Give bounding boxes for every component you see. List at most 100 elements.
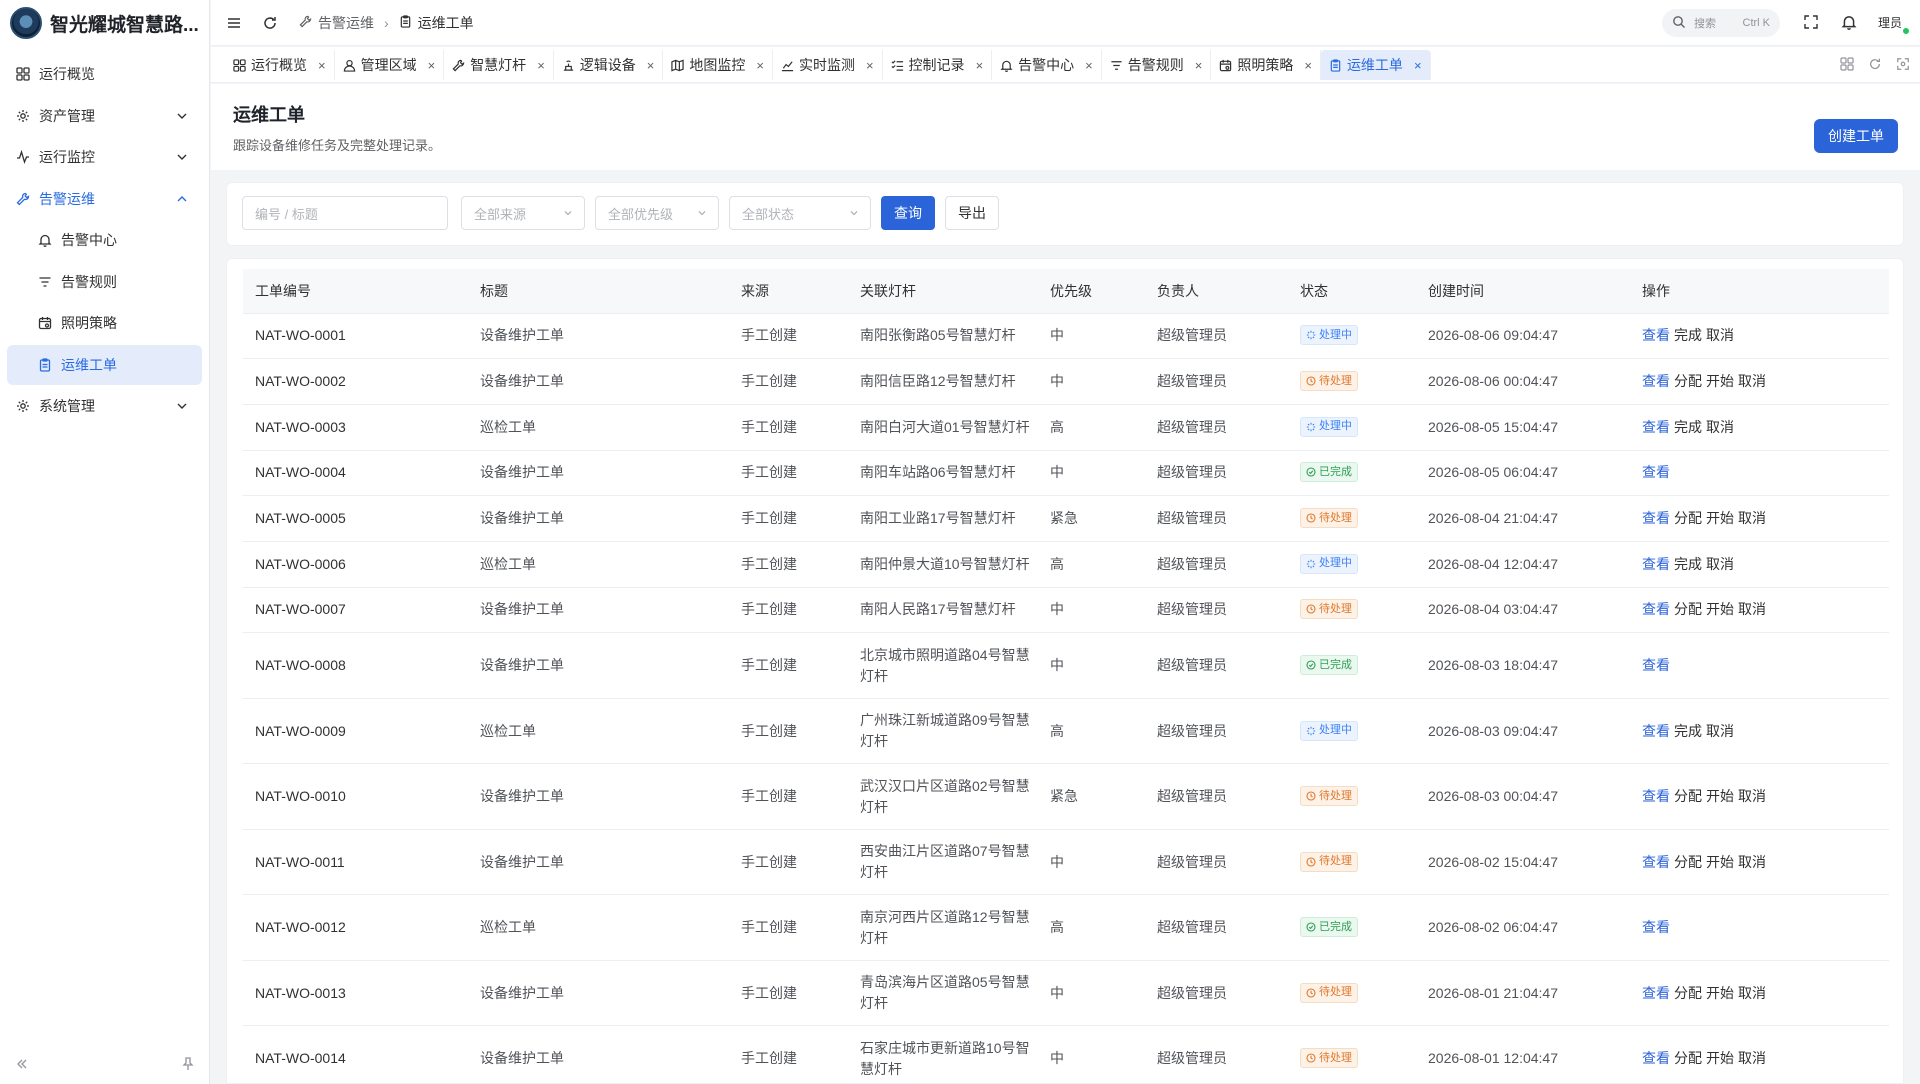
start-link[interactable]: 开始 (1706, 373, 1734, 389)
sidebar-item-work-orders[interactable]: 运维工单 (7, 344, 202, 385)
view-link[interactable]: 查看 (1642, 985, 1670, 1001)
view-link[interactable]: 查看 (1642, 556, 1670, 572)
cell-created: 2026-08-06 09:04:47 (1416, 313, 1630, 360)
cancel-link[interactable]: 取消 (1738, 373, 1766, 389)
fullscreen-icon[interactable] (1802, 13, 1820, 31)
sidebar-item-lighting-strategy[interactable]: 照明策略 (7, 303, 202, 343)
assign-link[interactable]: 分配 (1674, 510, 1702, 526)
tab-filter[interactable]: 告警规则 × (1102, 50, 1212, 80)
view-link[interactable]: 查看 (1642, 1050, 1670, 1066)
close-icon[interactable]: × (866, 58, 874, 73)
create-work-order-button[interactable]: 创建工单 (1814, 119, 1898, 153)
collapse-sidebar-icon[interactable] (14, 1056, 30, 1072)
view-link[interactable]: 查看 (1642, 464, 1670, 480)
close-icon[interactable]: × (537, 58, 545, 73)
tab-wrench[interactable]: 智慧灯杆 × (444, 50, 554, 80)
sidebar-item-overview[interactable]: 运行概览 (7, 54, 202, 94)
close-icon[interactable]: × (1414, 58, 1422, 73)
cancel-link[interactable]: 取消 (1706, 419, 1734, 435)
bell-icon[interactable] (1840, 13, 1858, 31)
tab-device[interactable]: 逻辑设备 × (554, 50, 664, 80)
view-link[interactable]: 查看 (1642, 419, 1670, 435)
sidebar-item-alarm-ops[interactable]: 告警运维 (7, 179, 202, 219)
refresh-icon[interactable] (261, 14, 279, 32)
tab-label: 控制记录 (908, 57, 965, 73)
start-link[interactable]: 开始 (1706, 1050, 1734, 1066)
export-button[interactable]: 导出 (945, 196, 999, 230)
tab-chart[interactable]: 实时监测 × (773, 50, 883, 80)
cancel-link[interactable]: 取消 (1738, 601, 1766, 617)
clock-icon (1306, 791, 1316, 801)
table-body: NAT-WO-0001 设备维护工单 手工创建 南阳张衡路05号智慧灯杆中超级管理员处… (243, 313, 1889, 1083)
close-icon[interactable]: × (1304, 58, 1312, 73)
start-link[interactable]: 开始 (1706, 788, 1734, 804)
assign-link[interactable]: 分配 (1674, 985, 1702, 1001)
view-link[interactable]: 查看 (1642, 510, 1670, 526)
tab-grid[interactable]: 运行概览 × (225, 50, 335, 80)
tab-map[interactable]: 地图监控 × (663, 50, 773, 80)
start-link[interactable]: 开始 (1706, 601, 1734, 617)
sidebar-item-alarm-rules[interactable]: 告警规则 (7, 262, 202, 302)
source-select[interactable]: 全部来源 (461, 196, 585, 230)
cancel-link[interactable]: 取消 (1738, 854, 1766, 870)
search-input[interactable]: 搜索 Ctrl K (1662, 9, 1780, 37)
cell-id: NAT-WO-0013 (243, 960, 468, 1027)
table-row: NAT-WO-0004 设备维护工单 手工创建 南阳车站路06号智慧灯杆 中 超级管理员 已… (243, 450, 1889, 497)
user-avatar[interactable]: 理员 (1878, 14, 1910, 35)
priority-select[interactable]: 全部优先级 (595, 196, 719, 230)
close-icon[interactable]: × (428, 58, 436, 73)
view-link[interactable]: 查看 (1642, 373, 1670, 389)
view-link[interactable]: 查看 (1642, 327, 1670, 343)
complete-link[interactable]: 完成 (1674, 556, 1702, 572)
close-icon[interactable]: × (1085, 58, 1093, 73)
start-link[interactable]: 开始 (1706, 510, 1734, 526)
tab-calendar[interactable]: 照明策略 × (1211, 50, 1321, 80)
cancel-link[interactable]: 取消 (1738, 510, 1766, 526)
cancel-link[interactable]: 取消 (1738, 788, 1766, 804)
grid-icon[interactable] (1840, 57, 1854, 74)
tab-bell[interactable]: 告警中心 × (992, 50, 1102, 80)
view-link[interactable]: 查看 (1642, 919, 1670, 935)
assign-link[interactable]: 分配 (1674, 788, 1702, 804)
view-link[interactable]: 查看 (1642, 854, 1670, 870)
close-icon[interactable]: × (976, 58, 984, 73)
menu-toggle-icon[interactable] (225, 14, 243, 32)
tab-clipboard[interactable]: 运维工单 × (1320, 50, 1431, 80)
cancel-link[interactable]: 取消 (1706, 723, 1734, 739)
cancel-link[interactable]: 取消 (1706, 327, 1734, 343)
view-link[interactable]: 查看 (1642, 723, 1670, 739)
query-button[interactable]: 查询 (881, 196, 935, 230)
view-link[interactable]: 查看 (1642, 601, 1670, 617)
sidebar-item-system[interactable]: 系统管理 (7, 386, 202, 426)
sidebar-item-assets[interactable]: 资产管理 (7, 96, 202, 136)
start-link[interactable]: 开始 (1706, 854, 1734, 870)
expand-icon[interactable] (1896, 57, 1910, 74)
sidebar-item-alarm-center[interactable]: 告警中心 (7, 220, 202, 260)
breadcrumb-item[interactable]: 告警运维 (318, 13, 374, 33)
close-icon[interactable]: × (1195, 58, 1203, 73)
cell-pole-text: 武汉汉口片区道路02号智慧灯杆 (860, 777, 1030, 815)
complete-link[interactable]: 完成 (1674, 419, 1702, 435)
keyword-input[interactable]: 编号 / 标题 (242, 196, 448, 230)
complete-link[interactable]: 完成 (1674, 327, 1702, 343)
close-icon[interactable]: × (318, 58, 326, 73)
tab-list-check[interactable]: 控制记录 × (883, 50, 993, 80)
assign-link[interactable]: 分配 (1674, 601, 1702, 617)
view-link[interactable]: 查看 (1642, 657, 1670, 673)
cancel-link[interactable]: 取消 (1706, 556, 1734, 572)
close-icon[interactable]: × (647, 58, 655, 73)
assign-link[interactable]: 分配 (1674, 854, 1702, 870)
pin-icon[interactable] (180, 1056, 196, 1072)
assign-link[interactable]: 分配 (1674, 1050, 1702, 1066)
cancel-link[interactable]: 取消 (1738, 1050, 1766, 1066)
status-select[interactable]: 全部状态 (729, 196, 871, 230)
sidebar-item-monitor[interactable]: 运行监控 (7, 137, 202, 177)
start-link[interactable]: 开始 (1706, 985, 1734, 1001)
complete-link[interactable]: 完成 (1674, 723, 1702, 739)
close-icon[interactable]: × (756, 58, 764, 73)
assign-link[interactable]: 分配 (1674, 373, 1702, 389)
cancel-link[interactable]: 取消 (1738, 985, 1766, 1001)
tab-user[interactable]: 管理区域 × (335, 50, 445, 80)
refresh-icon[interactable] (1868, 57, 1882, 74)
view-link[interactable]: 查看 (1642, 788, 1670, 804)
